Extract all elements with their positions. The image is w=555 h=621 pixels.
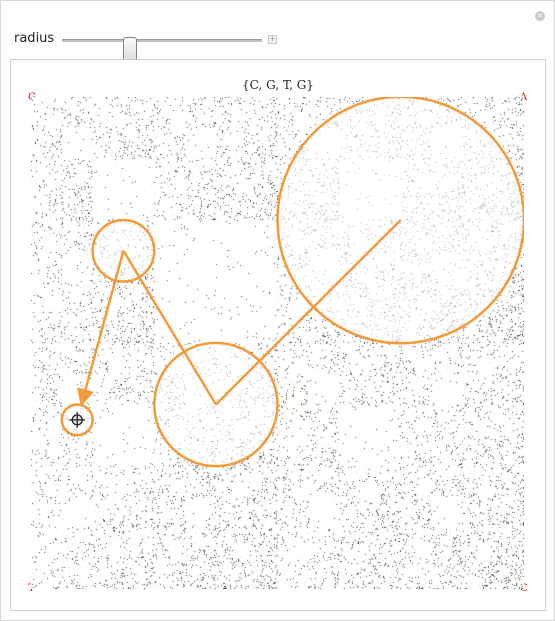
chaos-game-plot[interactable]: [31, 97, 524, 589]
path-overlay[interactable]: [31, 97, 524, 589]
manipulate-window: × radius + {C, G, T, G} G A T C: [0, 0, 555, 621]
close-icon[interactable]: ×: [535, 11, 545, 21]
radius-label: radius: [14, 31, 55, 46]
output-panel: {C, G, T, G} G A T C: [10, 59, 546, 611]
controls-bar: radius +: [14, 31, 314, 63]
plus-icon[interactable]: +: [268, 35, 277, 44]
plot-title: {C, G, T, G}: [242, 78, 314, 92]
radius-slider[interactable]: [62, 37, 262, 63]
